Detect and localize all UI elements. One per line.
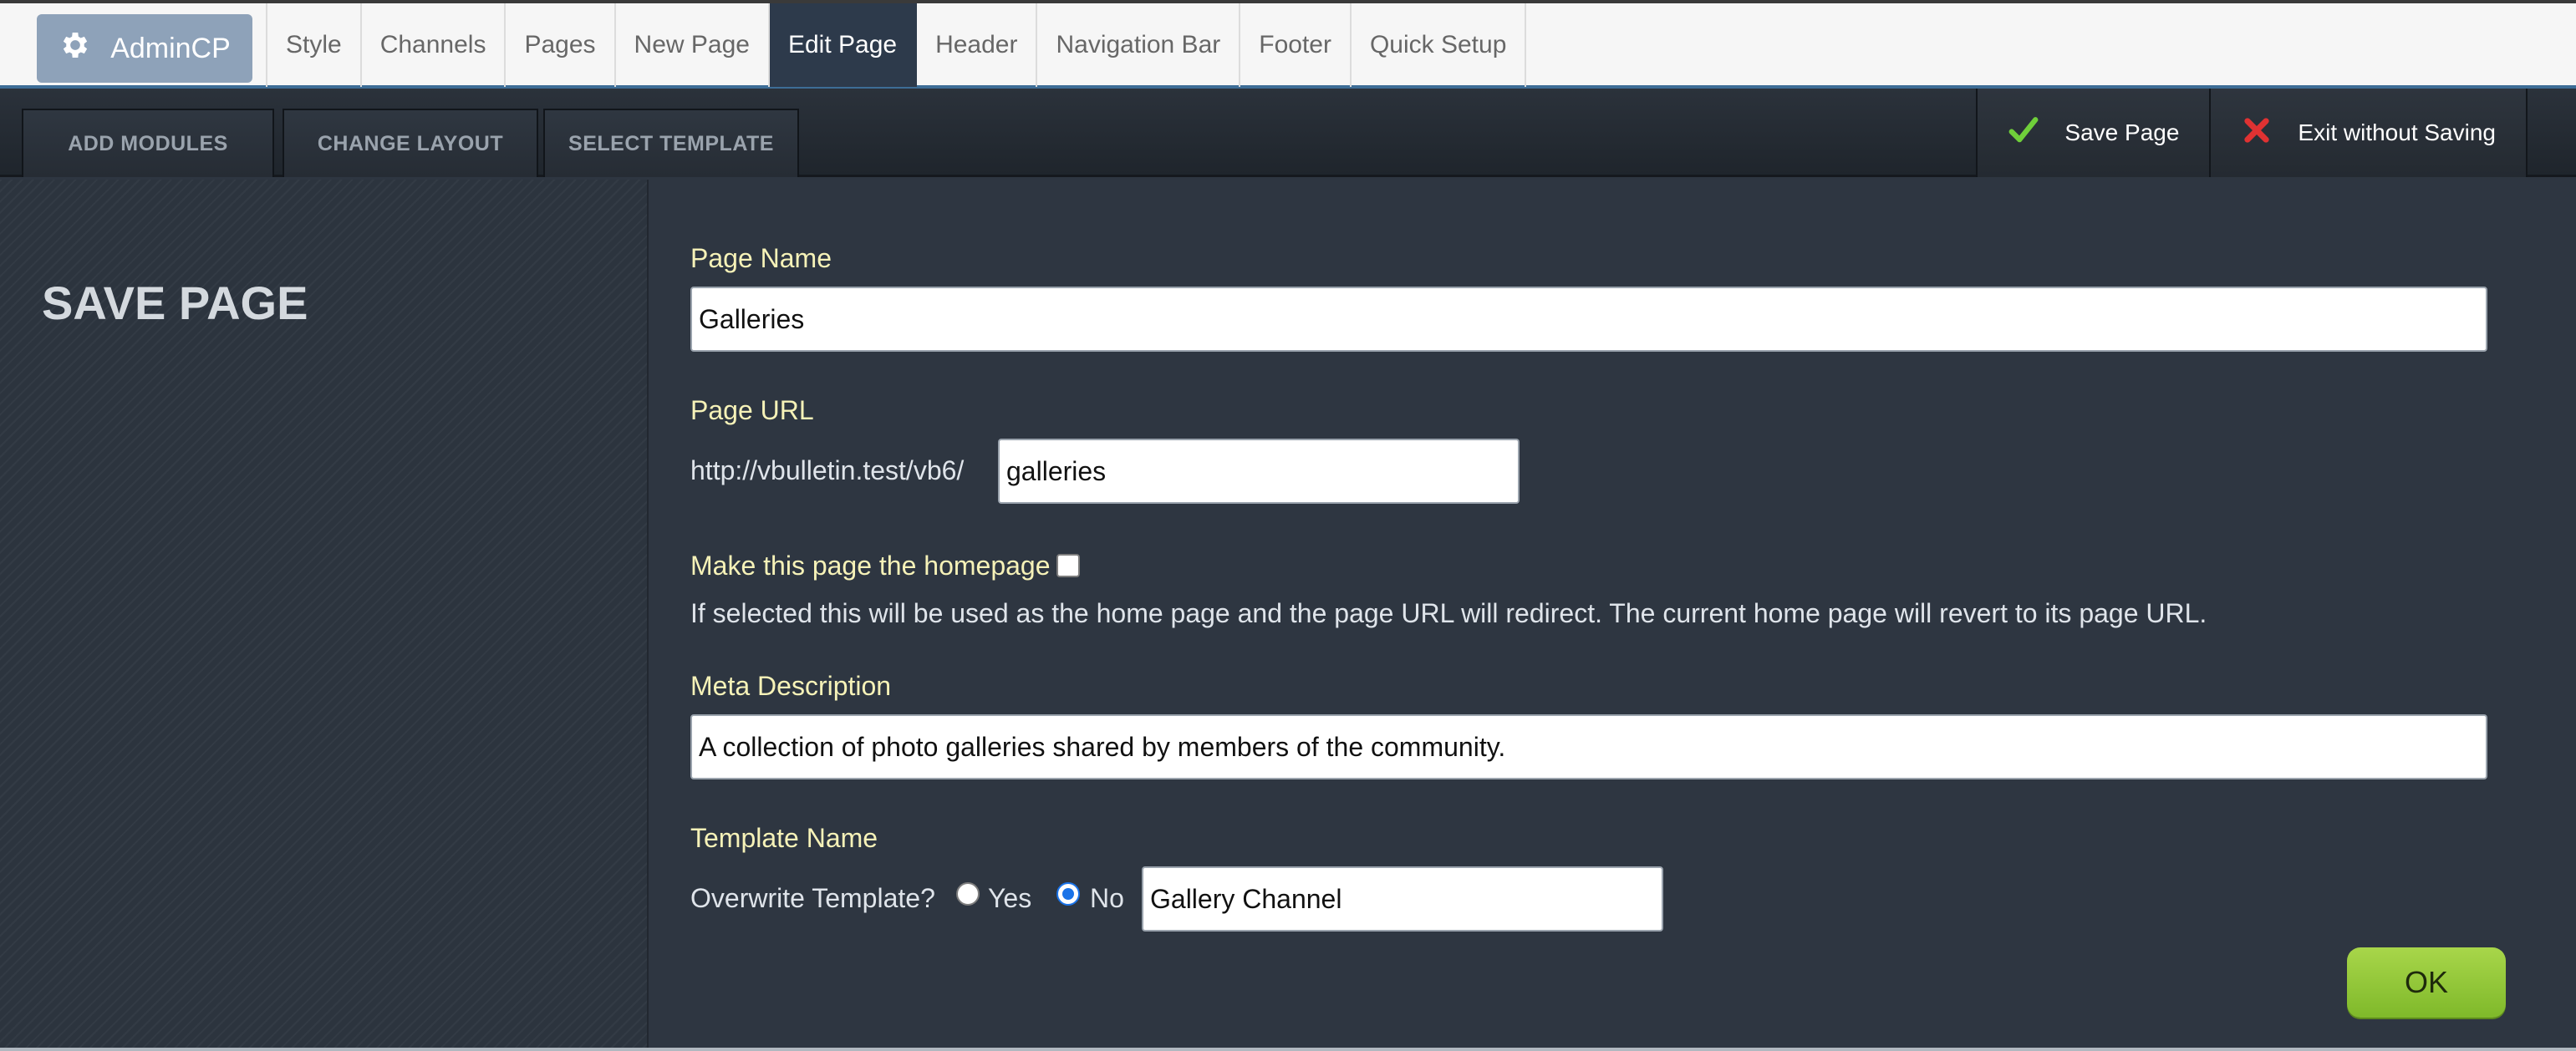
page-title: SAVE PAGE: [42, 277, 308, 329]
homepage-help-text: If selected this will be used as the hom…: [690, 598, 2207, 628]
save-page-button[interactable]: Save Page: [1976, 89, 2210, 177]
page-url-label: Page URL: [690, 395, 814, 425]
ok-button[interactable]: OK: [2347, 947, 2506, 1018]
tab-footer[interactable]: Footer: [1240, 3, 1352, 87]
overwrite-yes-radio[interactable]: [956, 882, 980, 906]
template-name-label: Template Name: [690, 823, 878, 853]
nav-tabs: Style Channels Pages New Page Edit Page …: [266, 3, 1527, 87]
admincp-label: AdminCP: [110, 32, 231, 64]
admincp-button[interactable]: AdminCP: [37, 14, 252, 83]
close-icon: [2241, 114, 2273, 152]
homepage-label: Make this page the homepage: [690, 551, 1051, 581]
sidebar-panel: SAVE PAGE: [0, 180, 649, 1051]
meta-description-label: Meta Description: [690, 671, 892, 701]
template-name-input[interactable]: [1142, 866, 1663, 932]
change-layout-button[interactable]: CHANGE LAYOUT: [283, 109, 538, 177]
exit-without-saving-button[interactable]: Exit without Saving: [2209, 89, 2528, 177]
tab-edit-page[interactable]: Edit Page: [769, 3, 918, 87]
add-modules-button[interactable]: ADD MODULES: [22, 109, 274, 177]
save-page-label: Save Page: [2064, 119, 2180, 145]
page-name-label: Page Name: [690, 243, 832, 273]
tab-quick-setup[interactable]: Quick Setup: [1352, 3, 1527, 87]
tab-pages[interactable]: Pages: [506, 3, 616, 87]
tab-header[interactable]: Header: [917, 3, 1038, 87]
exit-without-saving-label: Exit without Saving: [2298, 119, 2496, 145]
homepage-checkbox[interactable]: [1056, 554, 1080, 577]
tab-channels[interactable]: Channels: [362, 3, 507, 87]
overwrite-no-radio[interactable]: [1056, 882, 1080, 906]
window-bottom-border: [0, 1048, 2576, 1051]
select-template-button[interactable]: SELECT TEMPLATE: [543, 109, 799, 177]
overwrite-yes-label: Yes: [988, 883, 1032, 913]
save-actions: Save Page Exit without Saving: [1976, 89, 2528, 177]
save-page-form: Page Name Page URL http://vbulletin.test…: [650, 180, 2576, 1051]
edit-toolbar: ADD MODULES CHANGE LAYOUT SELECT TEMPLAT…: [0, 89, 2576, 177]
top-navigation: AdminCP Style Channels Pages New Page Ed…: [0, 0, 2576, 89]
page-url-input[interactable]: [998, 439, 1520, 504]
overwrite-no-label: No: [1090, 883, 1124, 913]
gear-icon: [59, 28, 92, 69]
checkmark-icon: [2008, 114, 2039, 152]
meta-description-input[interactable]: [690, 714, 2487, 779]
tab-style[interactable]: Style: [266, 3, 362, 87]
page-name-input[interactable]: [690, 287, 2487, 352]
overwrite-template-label: Overwrite Template?: [690, 883, 935, 913]
page-url-prefix: http://vbulletin.test/vb6/: [690, 455, 965, 485]
tab-new-page[interactable]: New Page: [616, 3, 770, 87]
tab-navigation-bar[interactable]: Navigation Bar: [1037, 3, 1241, 87]
